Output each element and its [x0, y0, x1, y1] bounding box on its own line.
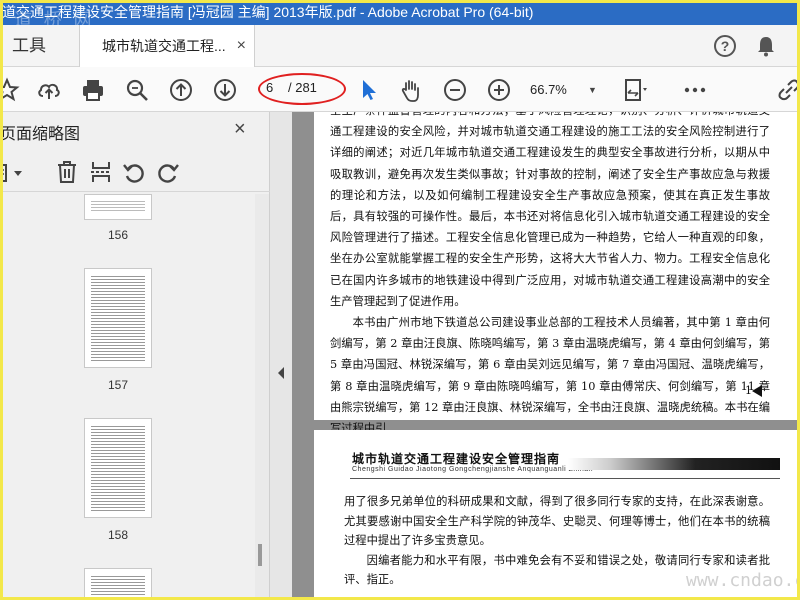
scrollbar-thumb[interactable] — [258, 544, 262, 566]
running-header-title: 城市轨道交通工程建设安全管理指南 — [352, 452, 561, 466]
header-rule — [350, 478, 780, 479]
paragraph: 本书由广州市地下铁道总公司建设事业总部的工程技术人员编著，其中第 1 章由何剑编… — [330, 316, 770, 436]
page-thumbnail[interactable] — [84, 194, 152, 220]
thumbnail-page-number: 158 — [107, 528, 129, 542]
page-thumbnail[interactable] — [84, 268, 152, 368]
page-body-text: 全生产条件监督管理的内容和方法；基于风险管理理论，识别、分析、评价城市轨道交通工… — [330, 112, 770, 439]
document-view[interactable]: 全生产条件监督管理的内容和方法；基于风险管理理论，识别、分析、评价城市轨道交通工… — [292, 112, 800, 600]
trash-icon[interactable] — [56, 160, 78, 184]
zoom-search-icon[interactable] — [124, 77, 150, 103]
thumbnail-list: 156 157 158 — [0, 194, 255, 600]
star-icon[interactable] — [0, 77, 20, 103]
fit-page-icon[interactable] — [622, 77, 648, 103]
zoom-dropdown[interactable]: 66.7% ▼ — [530, 77, 600, 103]
running-header-pinyin: Chengshi Guidao Jiaotong Gongchengjiansh… — [352, 466, 594, 473]
chevron-down-icon: ▼ — [588, 85, 597, 95]
zoom-out-icon[interactable] — [442, 77, 468, 103]
hand-icon[interactable] — [398, 77, 424, 103]
rotate-right-icon[interactable] — [156, 160, 180, 184]
thumbnail-page-number: 156 — [107, 228, 129, 242]
page-thumbnail[interactable] — [84, 418, 152, 518]
print-icon[interactable] — [80, 77, 106, 103]
page-marker-icon — [752, 385, 762, 397]
window-title-bar: 道交通工程建设安全管理指南 [冯冠园 主编] 2013年版.pdf - Adob… — [0, 0, 800, 25]
header-decoration — [568, 458, 780, 470]
page-number-input[interactable]: 6 — [266, 80, 273, 95]
page-up-icon[interactable] — [168, 77, 194, 103]
pdf-page: 全生产条件监督管理的内容和方法；基于风险管理理论，识别、分析、评价城市轨道交通工… — [314, 112, 800, 435]
tab-document[interactable]: 城市轨道交通工程... × — [80, 25, 255, 68]
tab-tools[interactable]: 工具 — [0, 25, 80, 67]
main-toolbar: 6 / 281 66.7% ▼ — [0, 67, 800, 112]
sidebar-title: 页面缩略图 — [0, 126, 81, 143]
rotate-left-icon[interactable] — [122, 160, 146, 184]
link-icon[interactable] — [776, 77, 800, 103]
watermark-bottom-right: www.cndao.com — [686, 570, 800, 591]
page-down-icon[interactable] — [212, 77, 238, 103]
window-title: 道交通工程建设安全管理指南 [冯冠园 主编] 2013年版.pdf - Adob… — [2, 4, 534, 20]
page-total: / 281 — [288, 80, 317, 95]
options-menu-icon[interactable] — [0, 162, 28, 184]
collapse-arrow-icon — [278, 367, 284, 379]
help-icon[interactable]: ? — [714, 35, 736, 57]
bell-icon[interactable] — [756, 35, 776, 57]
page-navigation: 6 / 281 — [258, 73, 346, 105]
sidebar-scrollbar[interactable] — [255, 194, 269, 600]
paragraph: 全生产条件监督管理的内容和方法；基于风险管理理论，识别、分析、评价城市轨道交通工… — [330, 112, 770, 308]
close-tab-icon[interactable]: × — [237, 25, 246, 67]
collapse-sidebar-handle[interactable] — [270, 112, 292, 600]
tab-bar: 工具 城市轨道交通工程... × ? — [0, 25, 800, 68]
select-arrow-icon[interactable] — [356, 77, 382, 103]
thumbnail-sidebar: 页面缩略图 × 156 157 158 — [0, 112, 270, 600]
close-sidebar-icon[interactable]: × — [234, 118, 246, 141]
zoom-in-icon[interactable] — [486, 77, 512, 103]
upload-cloud-icon[interactable] — [36, 77, 62, 103]
zoom-value: 66.7% — [530, 82, 567, 97]
page-number: 1 — [745, 384, 752, 397]
tab-document-label: 城市轨道交通工程... — [102, 38, 226, 54]
sidebar-toolbar — [0, 152, 270, 192]
extract-page-icon[interactable] — [90, 160, 112, 184]
page-thumbnail[interactable] — [84, 568, 152, 600]
more-icon[interactable] — [682, 77, 708, 103]
thumbnail-page-number: 157 — [107, 378, 129, 392]
paragraph: 用了很多兄弟单位的科研成果和文献，得到了很多同行专家的支持，在此深表谢意。尤其要… — [344, 495, 770, 547]
